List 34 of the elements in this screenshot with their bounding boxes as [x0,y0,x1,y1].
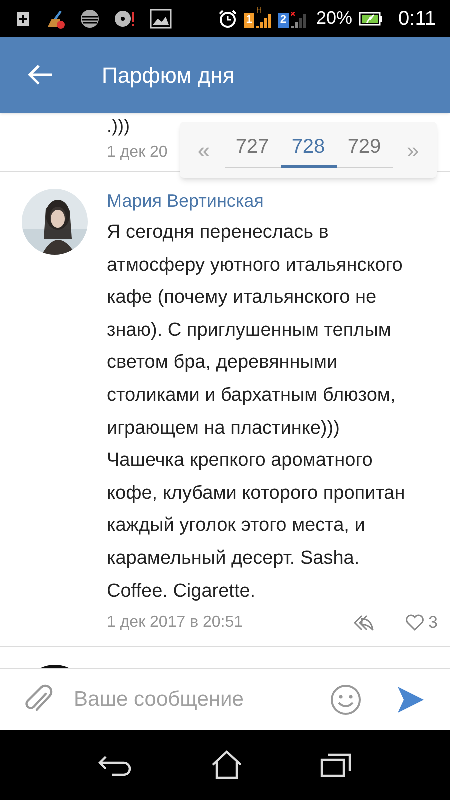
broom-icon [46,8,66,28]
battery-charging-icon [358,10,383,26]
comment-text: Я сегодня перенеслась в атмосферу уютного итальянского кафе (почему итальянского не знаю). С приглушенным теплым светом бра, деревянными столиками и бархатным блюзом, играющем на пластинке))) Чашечка крепкого ароматного кофе, клубами которого пропитан каждый уголок этого места, и карамельный десерт. Sasha. Coffee. Cigarette. [107,221,406,604]
network-type-label: H [256,6,262,14]
comment-text: .))) [107,115,131,137]
page-tab[interactable]: 728 [280,132,336,168]
comment-date: 1 дек 20 [107,143,168,163]
sim-card-badge: 2 [278,12,289,28]
home-icon[interactable] [210,750,244,780]
clock-time: 0:11 [398,6,436,32]
comment-date: 1 дек 2017 в 20:51 [107,612,244,633]
page-tab[interactable]: 727 [224,132,280,168]
author-name[interactable]: Мария Вертинская [107,189,264,213]
back-arrow-icon [27,64,53,86]
next-page-button[interactable]: » [403,134,423,166]
disc-alert-icon [114,8,136,28]
heart-icon [404,614,425,632]
smiley-icon[interactable] [330,684,362,716]
page-tab[interactable]: 729 [336,132,392,168]
recent-apps-icon[interactable] [320,752,352,778]
screen-title: Парфюм дня [102,62,235,90]
medical-cross-icon [14,10,32,28]
previous-page-button[interactable]: « [194,134,214,166]
alarm-clock-icon [218,8,238,28]
bank-logo-icon [80,8,100,28]
image-icon [150,8,172,28]
like-button[interactable]: 3 [404,610,438,636]
signal-icon [290,12,307,28]
sim-card-badge: 1 [244,12,254,28]
send-icon[interactable] [396,684,426,714]
message-input[interactable]: Ваше сообщение [74,684,310,716]
battery-percent: 20% [316,7,353,30]
signal-icon [256,12,272,28]
back-icon[interactable] [98,753,134,777]
